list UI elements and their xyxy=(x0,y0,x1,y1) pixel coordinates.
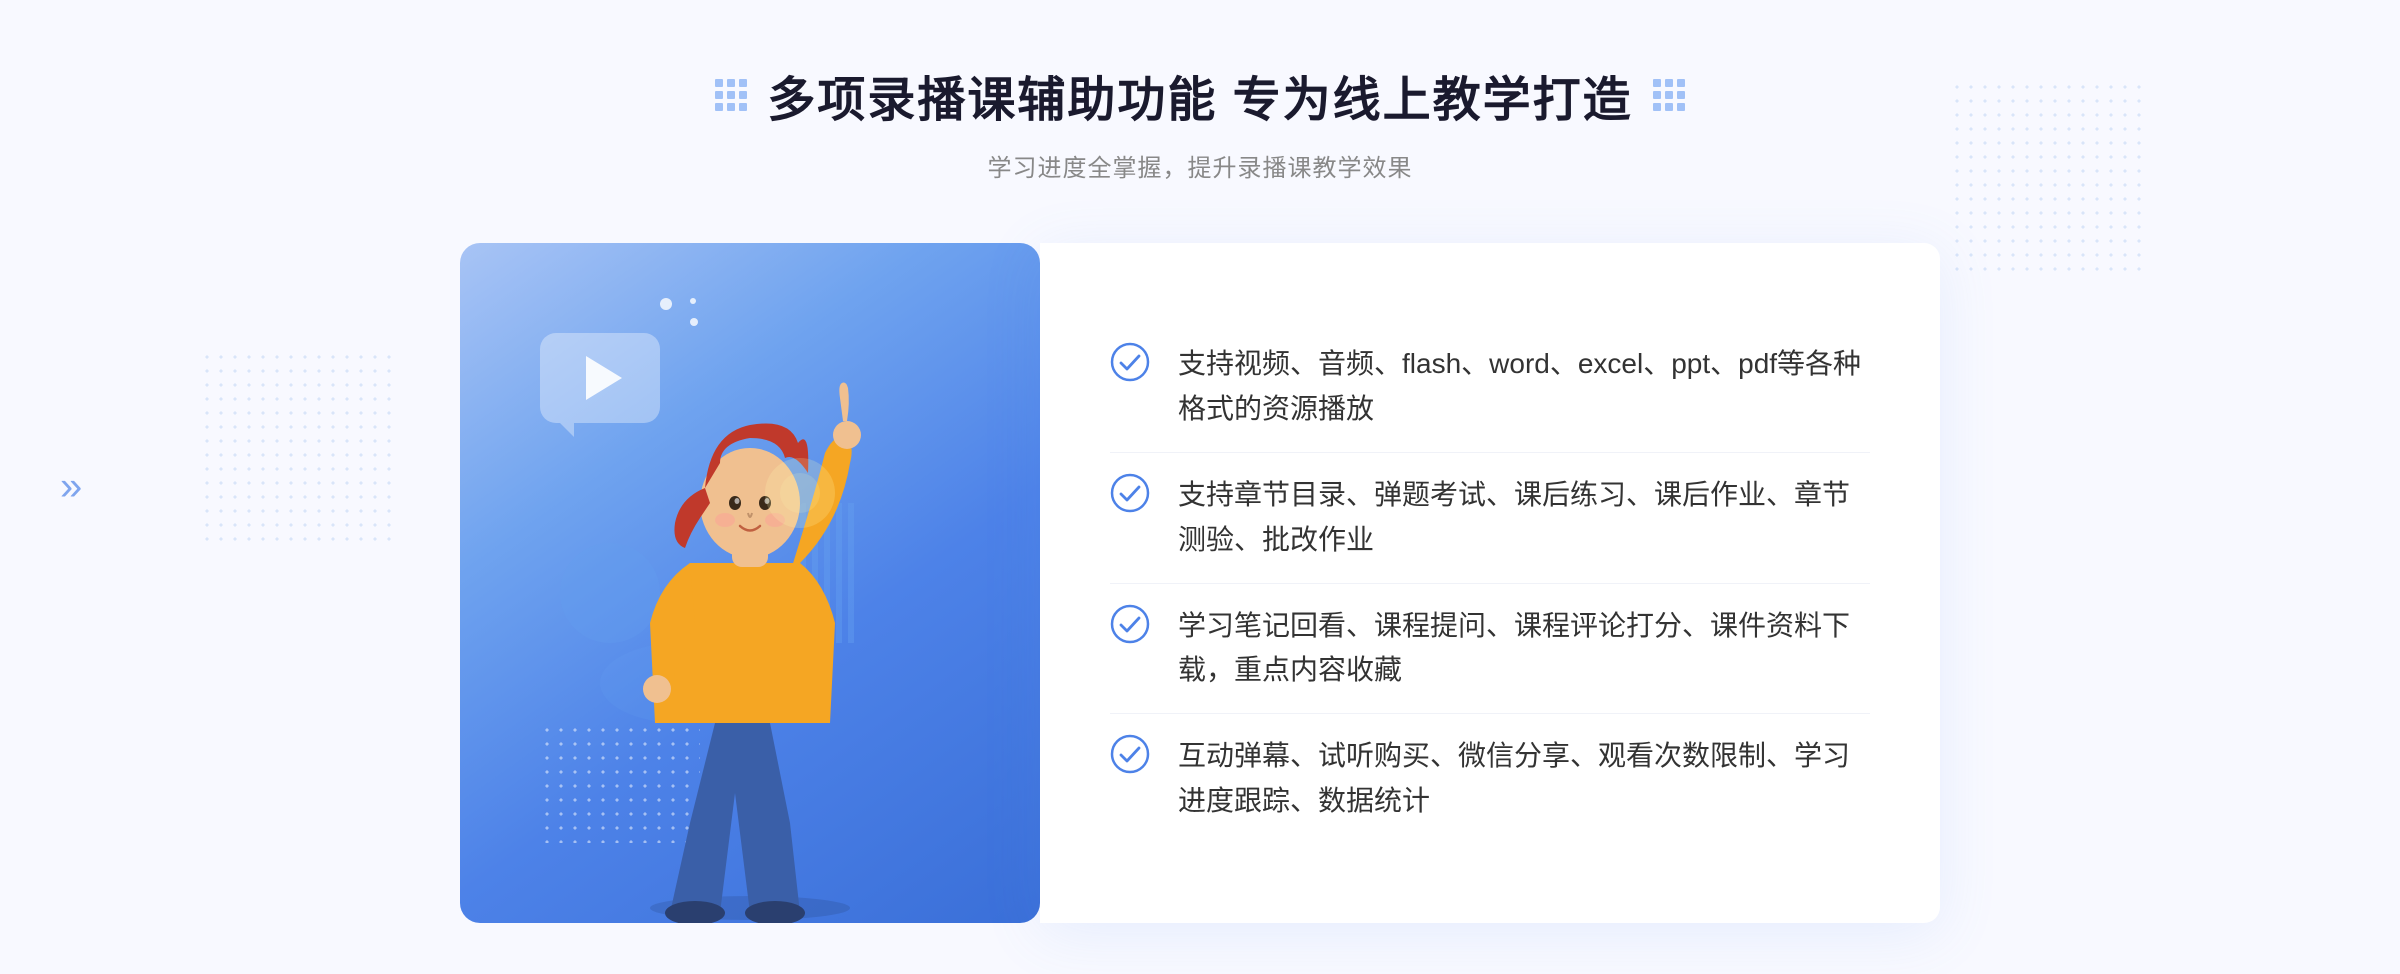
feature-text-2: 支持章节目录、弹题考试、课后练习、课后作业、章节测验、批改作业 xyxy=(1178,473,1870,563)
arrow-left-decoration: » xyxy=(60,465,82,510)
feature-item-4: 互动弹幕、试听购买、微信分享、观看次数限制、学习进度跟踪、数据统计 xyxy=(1110,714,1870,844)
grid-icon-left xyxy=(715,79,747,111)
header-section: 多项录播课辅助功能 专为线上教学打造 学习进度全掌握，提升录播课教学效果 xyxy=(715,60,1684,183)
features-container: 支持视频、音频、flash、word、excel、ppt、pdf等各种格式的资源… xyxy=(1110,322,1870,843)
check-circle-icon xyxy=(1110,473,1150,518)
person-illustration xyxy=(560,343,940,923)
feature-item-1: 支持视频、音频、flash、word、excel、ppt、pdf等各种格式的资源… xyxy=(1110,322,1870,453)
feature-item-3: 学习笔记回看、课程提问、课程评论打分、课件资料下载，重点内容收藏 xyxy=(1110,584,1870,715)
dots-left xyxy=(200,350,400,550)
feature-text-1: 支持视频、音频、flash、word、excel、ppt、pdf等各种格式的资源… xyxy=(1178,342,1870,432)
feature-text-3: 学习笔记回看、课程提问、课程评论打分、课件资料下载，重点内容收藏 xyxy=(1178,604,1870,694)
header-title-row: 多项录播课辅助功能 专为线上教学打造 xyxy=(715,60,1684,130)
page-subtitle: 学习进度全掌握，提升录播课教学效果 xyxy=(715,148,1684,183)
check-circle-icon xyxy=(1110,734,1150,779)
feature-text-4: 互动弹幕、试听购买、微信分享、观看次数限制、学习进度跟踪、数据统计 xyxy=(1178,734,1870,824)
features-panel: 支持视频、音频、flash、word、excel、ppt、pdf等各种格式的资源… xyxy=(1040,243,1940,923)
page-title: 多项录播课辅助功能 专为线上教学打造 xyxy=(767,60,1632,130)
sparkle-1 xyxy=(660,298,672,310)
check-circle-icon xyxy=(1110,342,1150,387)
illustration-box xyxy=(460,243,1040,923)
check-circle-icon xyxy=(1110,604,1150,649)
feature-item-2: 支持章节目录、弹题考试、课后练习、课后作业、章节测验、批改作业 xyxy=(1110,453,1870,584)
page-wrapper: » 多项录播课辅助功能 专为线上教学打造 学习进度全掌握，提升录播课教学效果 xyxy=(0,0,2400,974)
sparkle-2 xyxy=(690,318,698,326)
main-content: 支持视频、音频、flash、word、excel、ppt、pdf等各种格式的资源… xyxy=(400,243,2000,923)
grid-icon-right xyxy=(1653,79,1685,111)
sparkle-3 xyxy=(690,298,696,304)
